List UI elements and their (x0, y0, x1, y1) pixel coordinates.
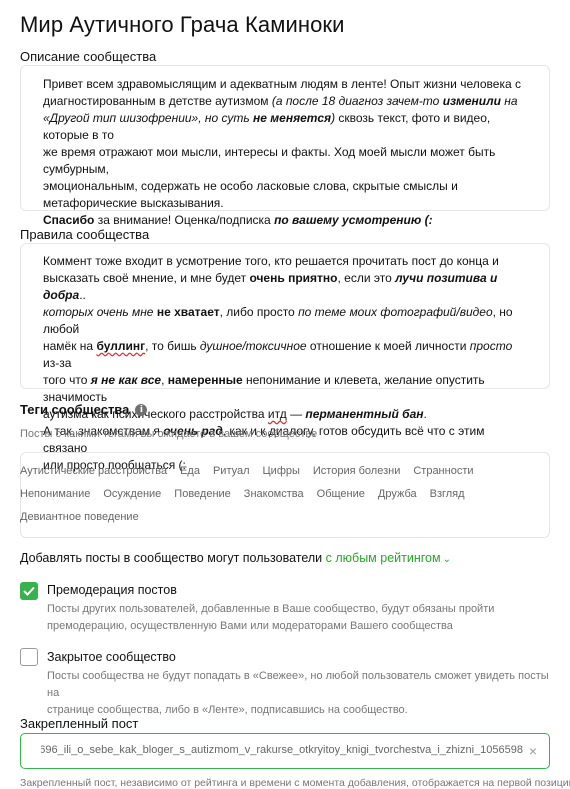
tag-item[interactable]: Ритуал (213, 465, 250, 477)
tag-row: Аутистические расстройства Еда Ритуал Ци… (20, 465, 474, 477)
tag-item[interactable]: Непонимание (20, 488, 90, 500)
rules-line: того что я не как все, намеренные непони… (43, 373, 485, 404)
tag-row: Девиантное поведение (20, 511, 139, 523)
tag-item[interactable]: Странности (413, 465, 473, 477)
description-line: эмоциональным, содержать не особо ласков… (43, 179, 458, 193)
tag-item[interactable]: Поведение (174, 488, 231, 500)
rating-dropdown[interactable]: с любым рейтингом ⌄ (326, 551, 451, 565)
tag-item[interactable]: Еда (180, 465, 200, 477)
tag-item[interactable]: Осуждение (103, 488, 161, 500)
premoderation-description: Посты других пользователей, добавленные … (47, 601, 552, 635)
tag-item[interactable]: Дружба (378, 488, 417, 500)
description-line: «Другой тип шизофрении», но суть не меня… (43, 111, 491, 142)
pinned-post-input[interactable]: u9696_ili_o_sebe_kak_bloger_s_autizmom_v… (20, 733, 550, 769)
rules-textarea[interactable]: Коммент тоже входит в усмотрение того, к… (20, 243, 550, 472)
description-label: Описание сообщества (20, 49, 157, 64)
closed-community-checkbox[interactable] (20, 648, 38, 666)
rating-dropdown-label: с любым рейтингом (325, 551, 441, 565)
tag-row: Непонимание Осуждение Поведение Знакомст… (20, 488, 465, 500)
tag-item[interactable]: Аутистические расстройства (20, 465, 167, 477)
rules-label: Правила сообщества (20, 227, 150, 242)
description-line: метафорические высказывания. (43, 196, 224, 210)
tags-hint: Посты с какими тегами вы ожидаете в ваше… (20, 428, 318, 440)
page-title: Мир Аутичного Грача Каминоки (20, 12, 345, 37)
checkmark-icon (23, 586, 35, 596)
premoderation-label[interactable]: Премодерация постов (47, 583, 177, 597)
premoderation-checkbox[interactable] (20, 582, 38, 600)
pinned-label: Закрепленный пост (20, 716, 139, 731)
chevron-down-icon: ⌄ (442, 554, 451, 565)
rules-line: намёк на буллинг, то бишь душное/токсичн… (43, 339, 513, 370)
pinned-post-value: u9696_ili_o_sebe_kak_bloger_s_autizmom_v… (41, 744, 523, 756)
desc-line: премодерацию, осуществленную Вами или мо… (47, 620, 453, 632)
closed-community-description: Посты сообщества не будут попадать в «Св… (47, 668, 552, 719)
tag-item[interactable]: История болезни (313, 465, 400, 477)
tag-item[interactable]: Общение (317, 488, 365, 500)
description-line: же время отражают мои мысли, интересы и … (43, 145, 496, 176)
tag-item[interactable]: Цифры (263, 465, 300, 477)
tags-title: Теги сообщества i (20, 402, 148, 417)
posting-permission: Добавлять посты в сообщество могут польз… (20, 551, 451, 565)
description-line: Привет всем здравомыслящим и адекватным … (43, 77, 521, 91)
tag-item[interactable]: Знакомства (244, 488, 304, 500)
close-icon[interactable]: × (529, 743, 537, 759)
rules-line: высказать своё мнение, и мне будет очень… (43, 271, 498, 302)
description-line: диагностированным в детстве аутизмом (а … (43, 94, 518, 108)
tag-item[interactable]: Взгляд (430, 488, 465, 500)
posting-permission-text: Добавлять посты в сообщество могут польз… (20, 551, 323, 565)
desc-line: Посты других пользователей, добавленные … (47, 603, 495, 615)
closed-community-label[interactable]: Закрытое сообщество (47, 650, 176, 664)
rules-line: которых очень мне не хватает, либо прост… (43, 305, 513, 336)
tags-title-text: Теги сообщества (20, 402, 130, 417)
description-textarea[interactable]: Привет всем здравомыслящим и адекватным … (20, 65, 550, 227)
info-icon[interactable]: i (135, 403, 148, 416)
tag-item[interactable]: Девиантное поведение (20, 511, 139, 523)
desc-line: Посты сообщества не будут попадать в «Св… (47, 670, 549, 699)
pinned-note: Закрепленный пост, независимо от рейтинг… (20, 777, 570, 789)
rules-line: Коммент тоже входит в усмотрение того, к… (43, 254, 499, 268)
